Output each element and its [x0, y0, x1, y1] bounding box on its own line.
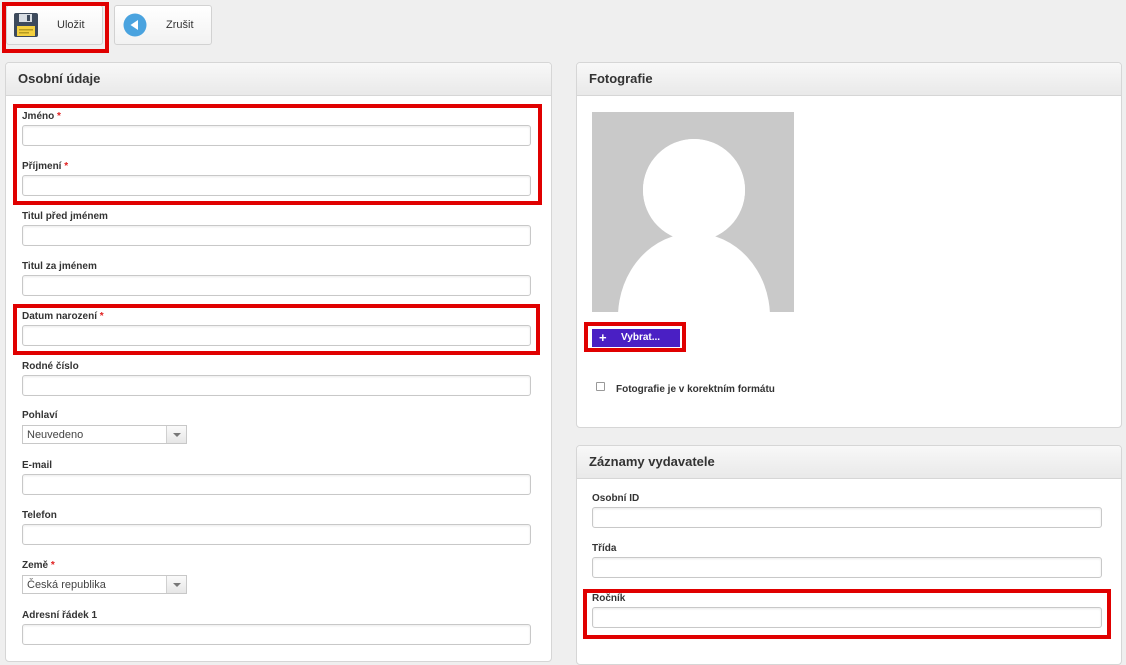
save-button[interactable]: Uložit: [6, 5, 103, 45]
personal-data-panel: Osobní údaje: [5, 62, 552, 662]
email-input[interactable]: [22, 474, 531, 495]
cancel-button[interactable]: Zrušit: [114, 5, 212, 45]
trida-label: Třída: [592, 543, 617, 554]
prijmeni-label: Příjmení *: [22, 161, 69, 172]
publisher-records-header: Záznamy vydavatele: [577, 446, 1121, 479]
telefon-input[interactable]: [22, 524, 531, 545]
rodne-cislo-input[interactable]: [22, 375, 531, 396]
telefon-label: Telefon: [22, 510, 57, 521]
zeme-select[interactable]: Česká republika: [22, 575, 187, 594]
adresni-radek-label: Adresní řádek 1: [22, 610, 98, 621]
titul-za-label: Titul za jménem: [22, 261, 97, 272]
datum-narozeni-label: Datum narození *: [22, 311, 104, 322]
pohlavi-label: Pohlaví: [22, 410, 58, 421]
floppy-disk-icon: [13, 12, 39, 38]
publisher-records-panel: Záznamy vydavatele: [576, 445, 1122, 665]
osobni-id-input[interactable]: [592, 507, 1102, 528]
avatar: [592, 112, 794, 312]
rocnik-input[interactable]: [592, 607, 1102, 628]
zeme-label: Země *: [22, 560, 55, 571]
titul-pred-label: Titul před jménem: [22, 211, 108, 222]
photo-format-label: Fotografie je v korektním formátu: [616, 384, 775, 395]
datum-narozeni-input[interactable]: [22, 325, 531, 346]
personal-data-header: Osobní údaje: [6, 63, 551, 96]
prijmeni-input[interactable]: [22, 175, 531, 196]
plus-icon: +: [599, 330, 607, 345]
email-label: E-mail: [22, 460, 53, 471]
choose-photo-label: Vybrat...: [621, 332, 661, 343]
jmeno-label: Jméno *: [22, 111, 61, 122]
cancel-button-label: Zrušit: [166, 19, 194, 31]
back-arrow-icon: [123, 13, 147, 37]
chevron-down-icon[interactable]: [166, 426, 186, 443]
photo-header: Fotografie: [577, 63, 1121, 96]
choose-photo-button[interactable]: + Vybrat...: [592, 329, 680, 347]
publisher-records-title: Záznamy vydavatele: [589, 454, 715, 469]
pohlavi-select[interactable]: Neuvedeno: [22, 425, 187, 444]
pohlavi-value: Neuvedeno: [27, 429, 84, 441]
save-button-label: Uložit: [57, 19, 85, 31]
photo-title: Fotografie: [589, 71, 653, 86]
adresni-radek-input[interactable]: [22, 624, 531, 645]
titul-pred-input[interactable]: [22, 225, 531, 246]
rocnik-label: Ročník: [592, 593, 626, 604]
osobni-id-label: Osobní ID: [592, 493, 640, 504]
zeme-value: Česká republika: [27, 579, 106, 591]
personal-data-title: Osobní údaje: [18, 71, 101, 86]
chevron-down-icon[interactable]: [166, 576, 186, 593]
photo-format-checkbox[interactable]: [596, 382, 605, 391]
titul-za-input[interactable]: [22, 275, 531, 296]
jmeno-input[interactable]: [22, 125, 531, 146]
rodne-cislo-label: Rodné číslo: [22, 361, 79, 372]
trida-input[interactable]: [592, 557, 1102, 578]
